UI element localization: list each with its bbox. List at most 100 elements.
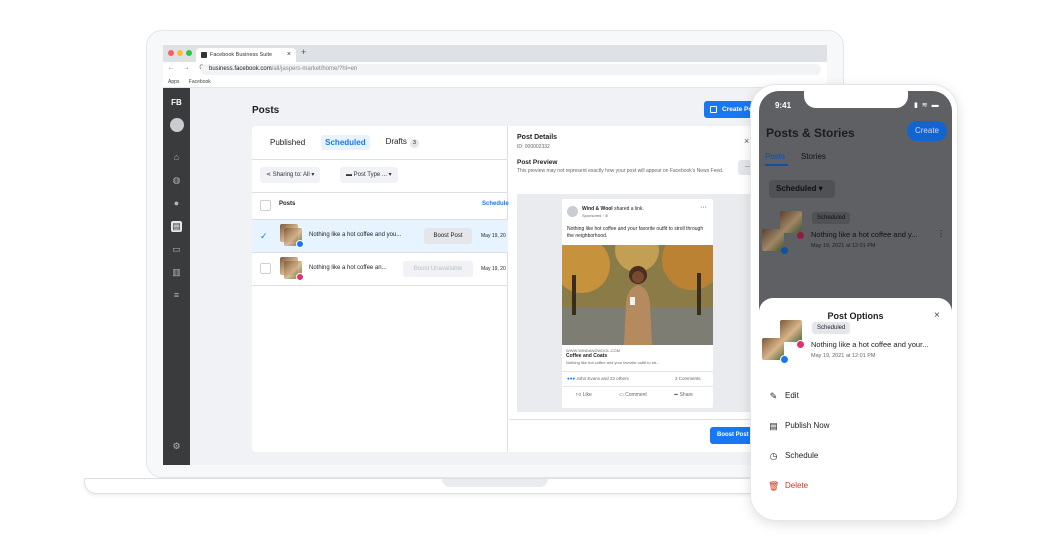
link-description: Nothing like hot coffee and your favorit…: [566, 360, 660, 365]
status-time: 9:41: [775, 101, 792, 110]
edit-label: Edit: [785, 391, 799, 400]
facebook-icon: [296, 240, 304, 248]
scheduled-badge: Scheduled: [812, 322, 851, 334]
share-action: ➦ Share: [674, 392, 693, 398]
table-row[interactable]: ✓ Nothing like a hot coffee and you... B…: [252, 220, 508, 252]
author-name: Wind & Wool: [582, 206, 613, 212]
divider: [509, 419, 762, 420]
home-icon[interactable]: ⌂: [171, 152, 182, 163]
browser-tab-bar: Facebook Business Suite × +: [163, 45, 827, 62]
close-window-button[interactable]: [168, 50, 174, 56]
reaction-icons: ●●●: [567, 376, 577, 381]
comment-action: ▭ Comment: [619, 392, 647, 398]
schedule-option[interactable]: ◷ Schedule: [768, 449, 819, 463]
product-showcase: Facebook Business Suite × + ← → C busine…: [0, 0, 1055, 549]
table-header: Posts Schedule: [252, 197, 509, 214]
delete-option[interactable]: 🗑︎ Delete: [768, 479, 808, 493]
tab-scheduled[interactable]: Scheduled: [321, 135, 370, 150]
divider: [562, 371, 713, 372]
post-type-dropdown[interactable]: ▬ Post Type ... ▾: [340, 167, 398, 183]
author-suffix: shared a link.: [612, 206, 644, 212]
post-options-sheet: Post Options × Scheduled Nothing like a …: [759, 298, 952, 516]
woman-coffee-photo: [562, 245, 713, 345]
sharing-filter-label: Sharing to: All: [272, 172, 310, 178]
address-bar-row: ← → C business.facebook.com/all/jaspers-…: [163, 62, 827, 77]
reactions-summary: ●●● John Evans and 23 others: [567, 376, 629, 381]
inbox-icon[interactable]: ▭: [171, 244, 182, 255]
select-all-checkbox[interactable]: [260, 200, 271, 211]
menu-icon[interactable]: ≡: [171, 290, 182, 301]
phone-tab-stories[interactable]: Stories: [801, 152, 826, 161]
preview-area: Wind & Wool shared a link. Sponsored · ⊘…: [517, 194, 753, 412]
table-row[interactable]: Nothing like a hot coffee an... Boost Un…: [252, 253, 508, 285]
publish-now-option[interactable]: ▤ Publish Now: [768, 419, 829, 433]
publish-icon: ▤: [769, 421, 778, 431]
phone-post-text: Nothing like a hot coffee and y...: [811, 230, 918, 239]
schedule-label: Schedule: [785, 451, 819, 460]
page-title: Posts: [252, 105, 280, 116]
phone-filter-dropdown[interactable]: Scheduled ▾: [769, 180, 835, 198]
tab-drafts-label: Drafts: [385, 137, 407, 146]
drafts-count-badge: 3: [409, 139, 419, 148]
link-headline: Coffee and Coats: [566, 353, 608, 359]
phone-page-title: Posts & Stories: [766, 126, 855, 140]
insights-icon[interactable]: ▥: [171, 267, 182, 278]
sharing-filter-dropdown[interactable]: ⋖ Sharing to: All ▾: [260, 167, 321, 183]
post-text: Nothing like a hot coffee an...: [309, 265, 387, 271]
boost-post-button[interactable]: Boost Post: [424, 228, 472, 244]
url-host: business.facebook.com: [209, 66, 272, 72]
bookmark-apps[interactable]: Apps: [168, 79, 179, 85]
tab-drafts[interactable]: Drafts 3: [382, 134, 423, 151]
phone-screen: 9:41 ▮ ≋ ▬ Posts & Stories Create Posts …: [759, 91, 952, 516]
post-tabs: Published Scheduled Drafts 3: [266, 134, 423, 151]
window-controls[interactable]: [168, 50, 192, 56]
posts-icon[interactable]: ▤: [171, 221, 182, 232]
status-icons: ▮ ≋ ▬: [914, 102, 940, 109]
posts-list-pane: Published Scheduled Drafts 3 ⋖ Sharing to…: [252, 126, 509, 452]
author-line: Wind & Wool shared a link.: [582, 206, 644, 212]
tab-published[interactable]: Published: [266, 135, 309, 150]
row-checkbox-checked[interactable]: ✓: [260, 231, 271, 242]
details-title: Post Details: [517, 134, 558, 141]
post-type-label: Post Type ...: [353, 172, 387, 178]
post-menu-icon: ···: [700, 204, 707, 211]
settings-icon[interactable]: ⚙: [171, 441, 182, 452]
maximize-window-button[interactable]: [186, 50, 192, 56]
scheduled-badge: Scheduled: [812, 212, 851, 224]
tab-close-icon[interactable]: ×: [287, 48, 291, 62]
globe-icon[interactable]: ◍: [171, 175, 182, 186]
pencil-icon: ✎: [769, 391, 778, 401]
author-avatar: [567, 206, 578, 217]
edit-option[interactable]: ✎ Edit: [768, 389, 799, 403]
bookmark-facebook[interactable]: Facebook: [189, 79, 211, 85]
clock-icon: ◷: [769, 451, 778, 461]
chevron-down-icon: ▾: [309, 172, 315, 178]
col-schedule[interactable]: Schedule: [482, 201, 509, 207]
browser-tab[interactable]: Facebook Business Suite ×: [196, 48, 296, 62]
row-checkbox[interactable]: [260, 263, 271, 274]
chevron-down-icon: ▾: [386, 172, 392, 178]
page-avatar[interactable]: [170, 118, 184, 132]
instagram-icon: [796, 340, 805, 349]
details-close-icon[interactable]: ×: [744, 136, 749, 146]
minimize-window-button[interactable]: [177, 50, 183, 56]
share-icon: ⋖: [266, 172, 273, 178]
activity-icon[interactable]: ●: [171, 198, 182, 209]
fb-logo[interactable]: FB: [163, 98, 190, 107]
phone-create-button[interactable]: Create: [907, 121, 947, 141]
sheet-close-icon[interactable]: ×: [934, 310, 940, 321]
active-tab-indicator: [765, 164, 788, 166]
divider: [252, 159, 508, 160]
post-date: May 19, 20: [481, 266, 506, 272]
post-date: May 19, 20: [481, 233, 506, 239]
phone-post-date: May 19, 2021 at 12:01 PM: [811, 243, 876, 249]
url-input[interactable]: business.facebook.com/all/jaspers-market…: [201, 64, 821, 75]
preview-note: This preview may not represent exactly h…: [517, 168, 724, 174]
phone-tab-posts[interactable]: Posts: [765, 152, 785, 161]
url-path: /all/jaspers-market/home/?hl=en: [271, 66, 358, 72]
laptop-screen: Facebook Business Suite × + ← → C busine…: [163, 45, 827, 465]
post-more-icon[interactable]: ⋮: [937, 229, 945, 238]
new-tab-button[interactable]: +: [301, 47, 306, 57]
sheet-post-date: May 19, 2021 at 12:01 PM: [811, 353, 876, 359]
facebook-icon: [780, 246, 789, 255]
